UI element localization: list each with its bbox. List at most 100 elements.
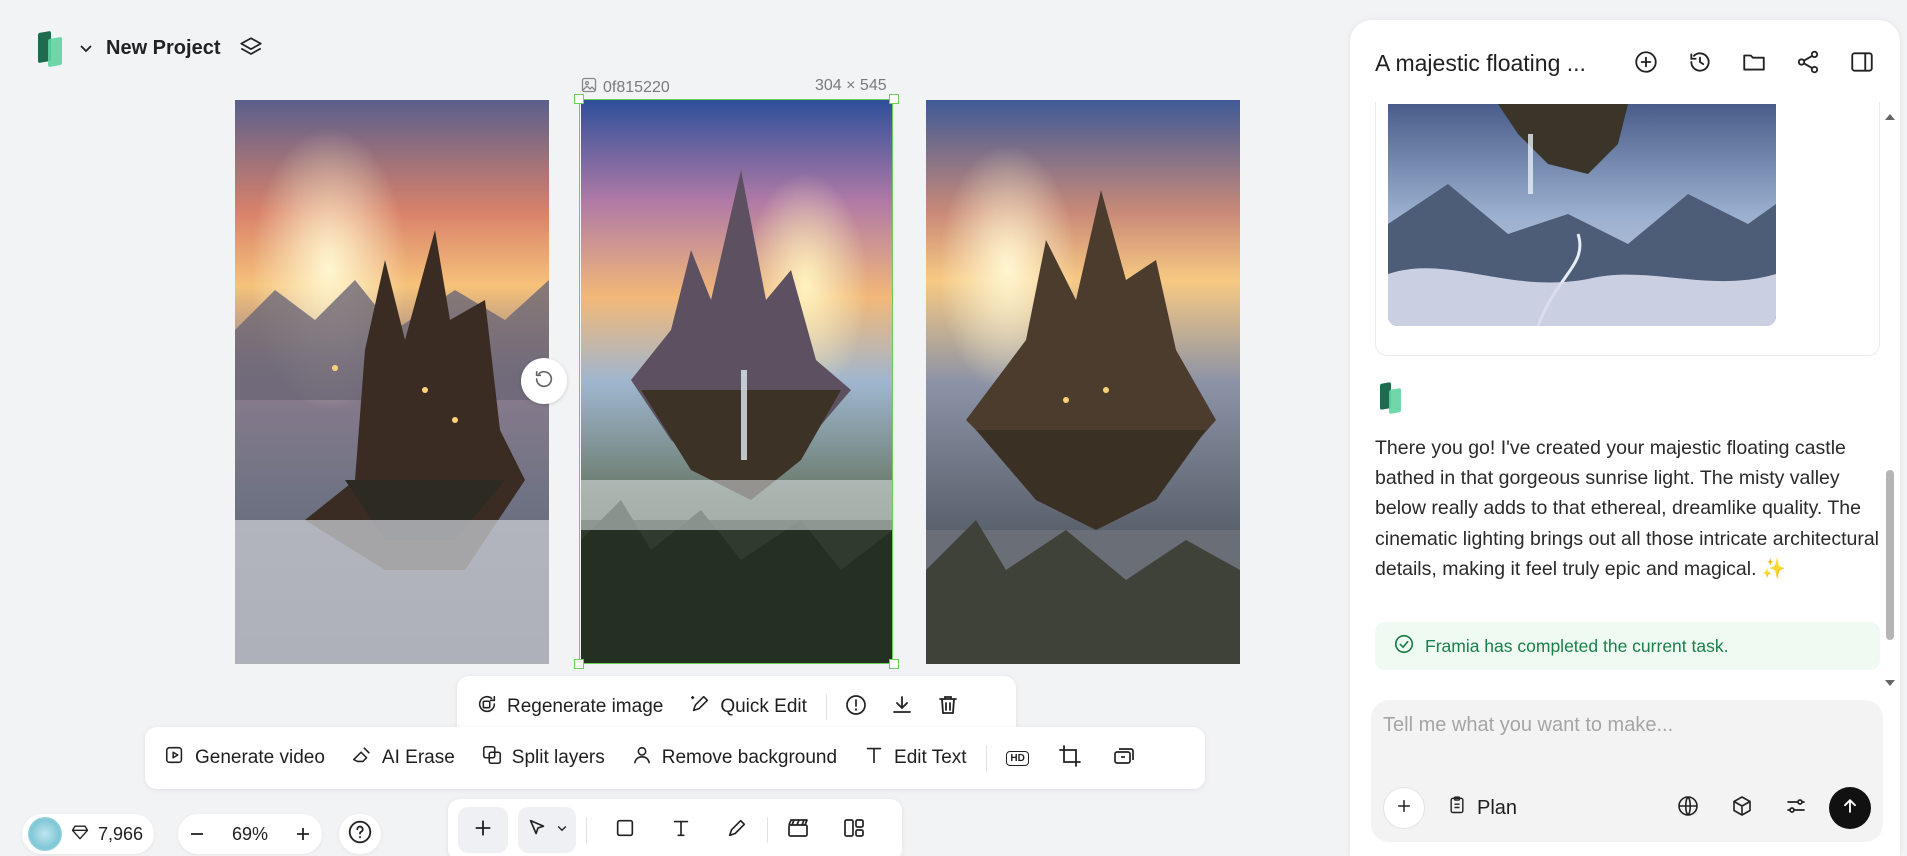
generate-video-label: Generate video: [195, 747, 325, 768]
3d-model-button[interactable]: [1721, 787, 1763, 829]
folder-icon[interactable]: [1738, 46, 1770, 78]
rectangle-tool[interactable]: [597, 799, 653, 856]
regenerate-label: Regenerate image: [507, 696, 664, 717]
sliders-icon: [1784, 794, 1808, 823]
download-icon: [890, 693, 914, 722]
split-layers-icon: [481, 744, 503, 772]
resize-handle[interactable]: [889, 659, 899, 669]
plan-button[interactable]: Plan: [1447, 787, 1517, 829]
text-icon: [863, 744, 885, 772]
variations-button[interactable]: [1097, 727, 1151, 789]
layers-icon[interactable]: [236, 33, 266, 63]
cube-icon: [1730, 794, 1754, 823]
project-name[interactable]: New Project: [106, 37, 220, 60]
image-id: 0f815220: [603, 78, 670, 96]
credits-pill[interactable]: 7,966: [22, 814, 154, 854]
split-layers-button[interactable]: Split layers: [468, 727, 618, 789]
edit-text-button[interactable]: Edit Text: [850, 727, 980, 789]
upscale-hd-button[interactable]: HD: [993, 727, 1043, 789]
storyboard-tool[interactable]: [770, 799, 826, 856]
rotate-button[interactable]: [521, 358, 567, 404]
select-tool[interactable]: [518, 807, 576, 853]
assistant-message: There you go! I've created your majestic…: [1375, 437, 1880, 580]
chat-header-actions: [1630, 46, 1878, 78]
rotate-icon: [533, 368, 555, 395]
zoom-out-button[interactable]: [188, 825, 206, 843]
layers-stack-icon: [1112, 744, 1136, 773]
task-status-text: Framia has completed the current task.: [1425, 635, 1729, 656]
pen-tool[interactable]: [709, 799, 765, 856]
square-icon: [614, 817, 636, 844]
layout-icon: [842, 816, 866, 845]
new-chat-icon[interactable]: [1630, 46, 1662, 78]
plus-icon: [1394, 796, 1414, 821]
toolbar-divider: [586, 817, 587, 843]
attach-button[interactable]: [1383, 787, 1425, 829]
scroll-down-icon[interactable]: [1883, 676, 1897, 690]
check-circle-icon: [1393, 633, 1415, 660]
video-sparkle-icon: [164, 744, 186, 772]
assistant-logo: [1380, 382, 1406, 415]
hd-icon: HD: [1006, 750, 1029, 766]
history-icon[interactable]: [1684, 46, 1716, 78]
quick-edit-label: Quick Edit: [720, 696, 807, 717]
settings-button[interactable]: [1775, 787, 1817, 829]
remove-background-label: Remove background: [661, 747, 838, 768]
resize-handle[interactable]: [574, 659, 584, 669]
chat-title[interactable]: A majestic floating ...: [1375, 50, 1586, 77]
send-button[interactable]: [1829, 787, 1871, 829]
generated-image-thumbnail[interactable]: [1388, 104, 1776, 326]
zoom-level[interactable]: 69%: [232, 824, 268, 845]
clapperboard-icon: [786, 816, 810, 845]
scroll-thumb[interactable]: [1886, 470, 1894, 640]
remove-background-button[interactable]: Remove background: [618, 727, 850, 789]
crop-icon: [1058, 744, 1082, 773]
zoom-in-button[interactable]: [294, 825, 312, 843]
scroll-up-icon[interactable]: [1883, 110, 1897, 124]
generate-video-button[interactable]: Generate video: [151, 727, 338, 789]
canvas-image-left[interactable]: [235, 100, 549, 664]
chat-composer: Plan: [1371, 700, 1883, 842]
help-button[interactable]: [339, 814, 381, 854]
web-search-button[interactable]: [1667, 787, 1709, 829]
canvas-image-selected[interactable]: [581, 100, 893, 664]
arrow-up-icon: [1840, 796, 1860, 821]
resize-handle[interactable]: [574, 94, 584, 104]
zoom-control: 69%: [178, 814, 322, 854]
share-icon[interactable]: [1792, 46, 1824, 78]
toolbar-divider: [825, 694, 827, 720]
help-icon: [347, 819, 373, 850]
chevron-down-icon[interactable]: [556, 821, 568, 839]
split-layers-label: Split layers: [511, 747, 605, 768]
chat-input[interactable]: [1383, 714, 1863, 737]
resize-handle[interactable]: [889, 94, 899, 104]
ai-erase-button[interactable]: AI Erase: [338, 727, 468, 789]
chevron-down-icon[interactable]: [76, 38, 96, 58]
eraser-icon: [351, 744, 373, 772]
edit-toolbar: Generate video AI Erase Split layers Rem…: [145, 727, 1205, 789]
toolbar-divider: [985, 745, 987, 771]
chat-scrollbar[interactable]: [1883, 110, 1897, 690]
task-status: Framia has completed the current task.: [1375, 622, 1880, 670]
clipboard-icon: [1447, 795, 1467, 821]
regenerate-icon: [476, 693, 498, 721]
canvas-image-right[interactable]: [926, 100, 1240, 664]
image-meta: 0f815220: [581, 77, 670, 98]
info-icon: [844, 693, 868, 722]
plan-label: Plan: [1477, 796, 1518, 819]
cursor-icon: [526, 817, 548, 844]
sidebar-toggle-icon[interactable]: [1846, 46, 1878, 78]
pencil-sparkle-icon: [689, 693, 711, 721]
add-tool[interactable]: [458, 807, 508, 853]
avatar[interactable]: [28, 817, 62, 851]
ai-erase-label: AI Erase: [381, 747, 455, 768]
text-tool[interactable]: [653, 799, 709, 856]
app-logo[interactable]: [36, 30, 66, 68]
toolbar-divider: [767, 817, 768, 843]
gem-icon: [70, 822, 90, 847]
edit-text-label: Edit Text: [894, 747, 967, 768]
crop-button[interactable]: [1043, 727, 1097, 789]
layout-tool[interactable]: [826, 799, 882, 856]
text-icon: [670, 817, 692, 844]
image-dimensions: 304 × 545: [815, 77, 887, 94]
